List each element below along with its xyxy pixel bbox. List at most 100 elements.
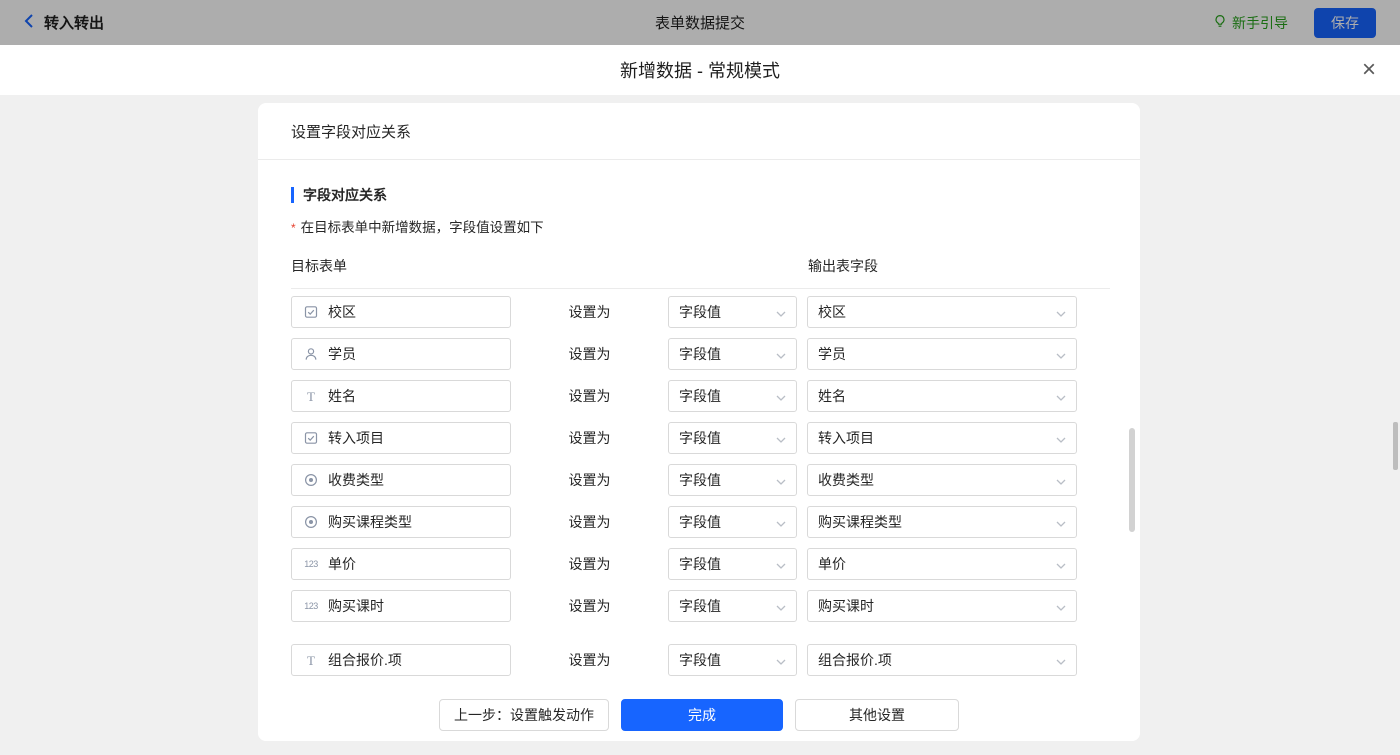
set-as-label: 设置为 [511,428,668,448]
set-as-label: 设置为 [511,302,668,322]
target-field-label: 组合报价.项 [328,650,402,670]
value-type-selected: 字段值 [679,302,721,322]
close-icon[interactable]: × [1362,58,1376,82]
output-field-select[interactable]: 购买课程类型 [807,506,1077,538]
set-as-label: 设置为 [511,596,668,616]
output-field-selected: 购买课时 [818,596,874,616]
field-mapping-row: 校区 设置为 字段值 校区 [291,296,1140,328]
card-header: 设置字段对应关系 [258,103,1140,160]
value-type-select[interactable]: 字段值 [668,590,797,622]
value-type-selected: 字段值 [679,512,721,532]
value-type-select[interactable]: 字段值 [668,464,797,496]
target-field-label: 转入项目 [328,428,384,448]
card-scrollbar[interactable] [1129,428,1135,532]
target-field-box[interactable]: 123 购买课时 [291,590,511,622]
chevron-down-icon [1056,430,1066,446]
chevron-down-icon [776,388,786,404]
value-type-select[interactable]: 字段值 [668,296,797,328]
select-icon [303,305,319,319]
text-icon: T [303,390,319,403]
page-scrollbar[interactable] [1393,422,1398,470]
set-as-label: 设置为 [511,650,668,670]
select-icon [303,431,319,445]
chevron-down-icon [776,598,786,614]
target-field-box[interactable]: T 姓名 [291,380,511,412]
card-footer: 上一步：设置触发动作 完成 其他设置 [258,689,1140,741]
output-field-selected: 组合报价.项 [818,650,892,670]
output-field-select[interactable]: 姓名 [807,380,1077,412]
target-field-label: 收费类型 [328,470,384,490]
value-type-select[interactable]: 字段值 [668,506,797,538]
page-topbar: 转入转出 表单数据提交 新手引导 保存 [0,0,1400,45]
output-field-select[interactable]: 组合报价.项 [807,644,1077,676]
field-mapping-card: 设置字段对应关系 字段对应关系 *在目标表单中新增数据，字段值设置如下 目标表单… [258,103,1140,741]
target-field-box[interactable]: 学员 [291,338,511,370]
field-mapping-row: 123 购买课时 设置为 字段值 购买课时 [291,590,1140,622]
value-type-select[interactable]: 字段值 [668,422,797,454]
output-field-selected: 单价 [818,554,846,574]
output-field-selected: 购买课程类型 [818,512,902,532]
rows-list: 校区 设置为 字段值 校区 学员 设置为 字段值 学员 [258,271,1140,689]
done-button[interactable]: 完成 [621,699,783,731]
target-field-label: 校区 [328,302,356,322]
output-field-select[interactable]: 单价 [807,548,1077,580]
output-field-selected: 转入项目 [818,428,874,448]
output-field-selected: 收费类型 [818,470,874,490]
chevron-down-icon [776,472,786,488]
text-icon: T [303,654,319,667]
modal-header: 新增数据 - 常规模式 × [0,45,1400,95]
value-type-select[interactable]: 字段值 [668,548,797,580]
output-field-selected: 姓名 [818,386,846,406]
target-field-label: 学员 [328,344,356,364]
output-field-selected: 学员 [818,344,846,364]
set-as-label: 设置为 [511,344,668,364]
value-type-select[interactable]: 字段值 [668,380,797,412]
field-mapping-row: 学员 设置为 字段值 学员 [291,338,1140,370]
target-field-label: 单价 [328,554,356,574]
modal-body: 设置字段对应关系 字段对应关系 *在目标表单中新增数据，字段值设置如下 目标表单… [0,95,1400,755]
value-type-selected: 字段值 [679,650,721,670]
field-mapping-row: T 组合报价.项 设置为 字段值 组合报价.项 [291,644,1140,676]
output-field-select[interactable]: 转入项目 [807,422,1077,454]
target-field-box[interactable]: 转入项目 [291,422,511,454]
value-type-select[interactable]: 字段值 [668,644,797,676]
chevron-down-icon [1056,472,1066,488]
chevron-down-icon [1056,514,1066,530]
value-type-selected: 字段值 [679,344,721,364]
chevron-down-icon [776,346,786,362]
target-field-label: 购买课时 [328,596,384,616]
output-field-select[interactable]: 收费类型 [807,464,1077,496]
value-type-selected: 字段值 [679,428,721,448]
target-field-box[interactable]: 收费类型 [291,464,511,496]
number-icon: 123 [303,560,319,569]
modal-title: 新增数据 - 常规模式 [620,57,780,83]
chevron-down-icon [1056,388,1066,404]
field-mapping-row: 收费类型 设置为 字段值 收费类型 [291,464,1140,496]
required-mark: * [291,221,296,235]
chevron-down-icon [776,556,786,572]
set-as-label: 设置为 [511,512,668,532]
value-type-selected: 字段值 [679,386,721,406]
output-field-select[interactable]: 购买课时 [807,590,1077,622]
field-mapping-row: 123 单价 设置为 字段值 单价 [291,548,1140,580]
output-field-selected: 校区 [818,302,846,322]
previous-step-button[interactable]: 上一步：设置触发动作 [439,699,609,731]
target-field-box[interactable]: 校区 [291,296,511,328]
value-type-select[interactable]: 字段值 [668,338,797,370]
note-text: *在目标表单中新增数据，字段值设置如下 [291,216,1107,236]
value-type-selected: 字段值 [679,470,721,490]
target-field-box[interactable]: T 组合报价.项 [291,644,511,676]
output-field-select[interactable]: 校区 [807,296,1077,328]
chevron-down-icon [1056,652,1066,668]
field-mapping-row: T 姓名 设置为 字段值 姓名 [291,380,1140,412]
card-body: 字段对应关系 *在目标表单中新增数据，字段值设置如下 目标表单 输出表字段 校区… [258,161,1140,741]
radio-icon [303,473,319,487]
target-field-box[interactable]: 123 单价 [291,548,511,580]
field-mapping-row: 转入项目 设置为 字段值 转入项目 [291,422,1140,454]
output-field-select[interactable]: 学员 [807,338,1077,370]
other-settings-button[interactable]: 其他设置 [795,699,959,731]
target-field-box[interactable]: 购买课程类型 [291,506,511,538]
chevron-down-icon [1056,304,1066,320]
section-title: 字段对应关系 [291,187,1107,203]
chevron-down-icon [776,304,786,320]
